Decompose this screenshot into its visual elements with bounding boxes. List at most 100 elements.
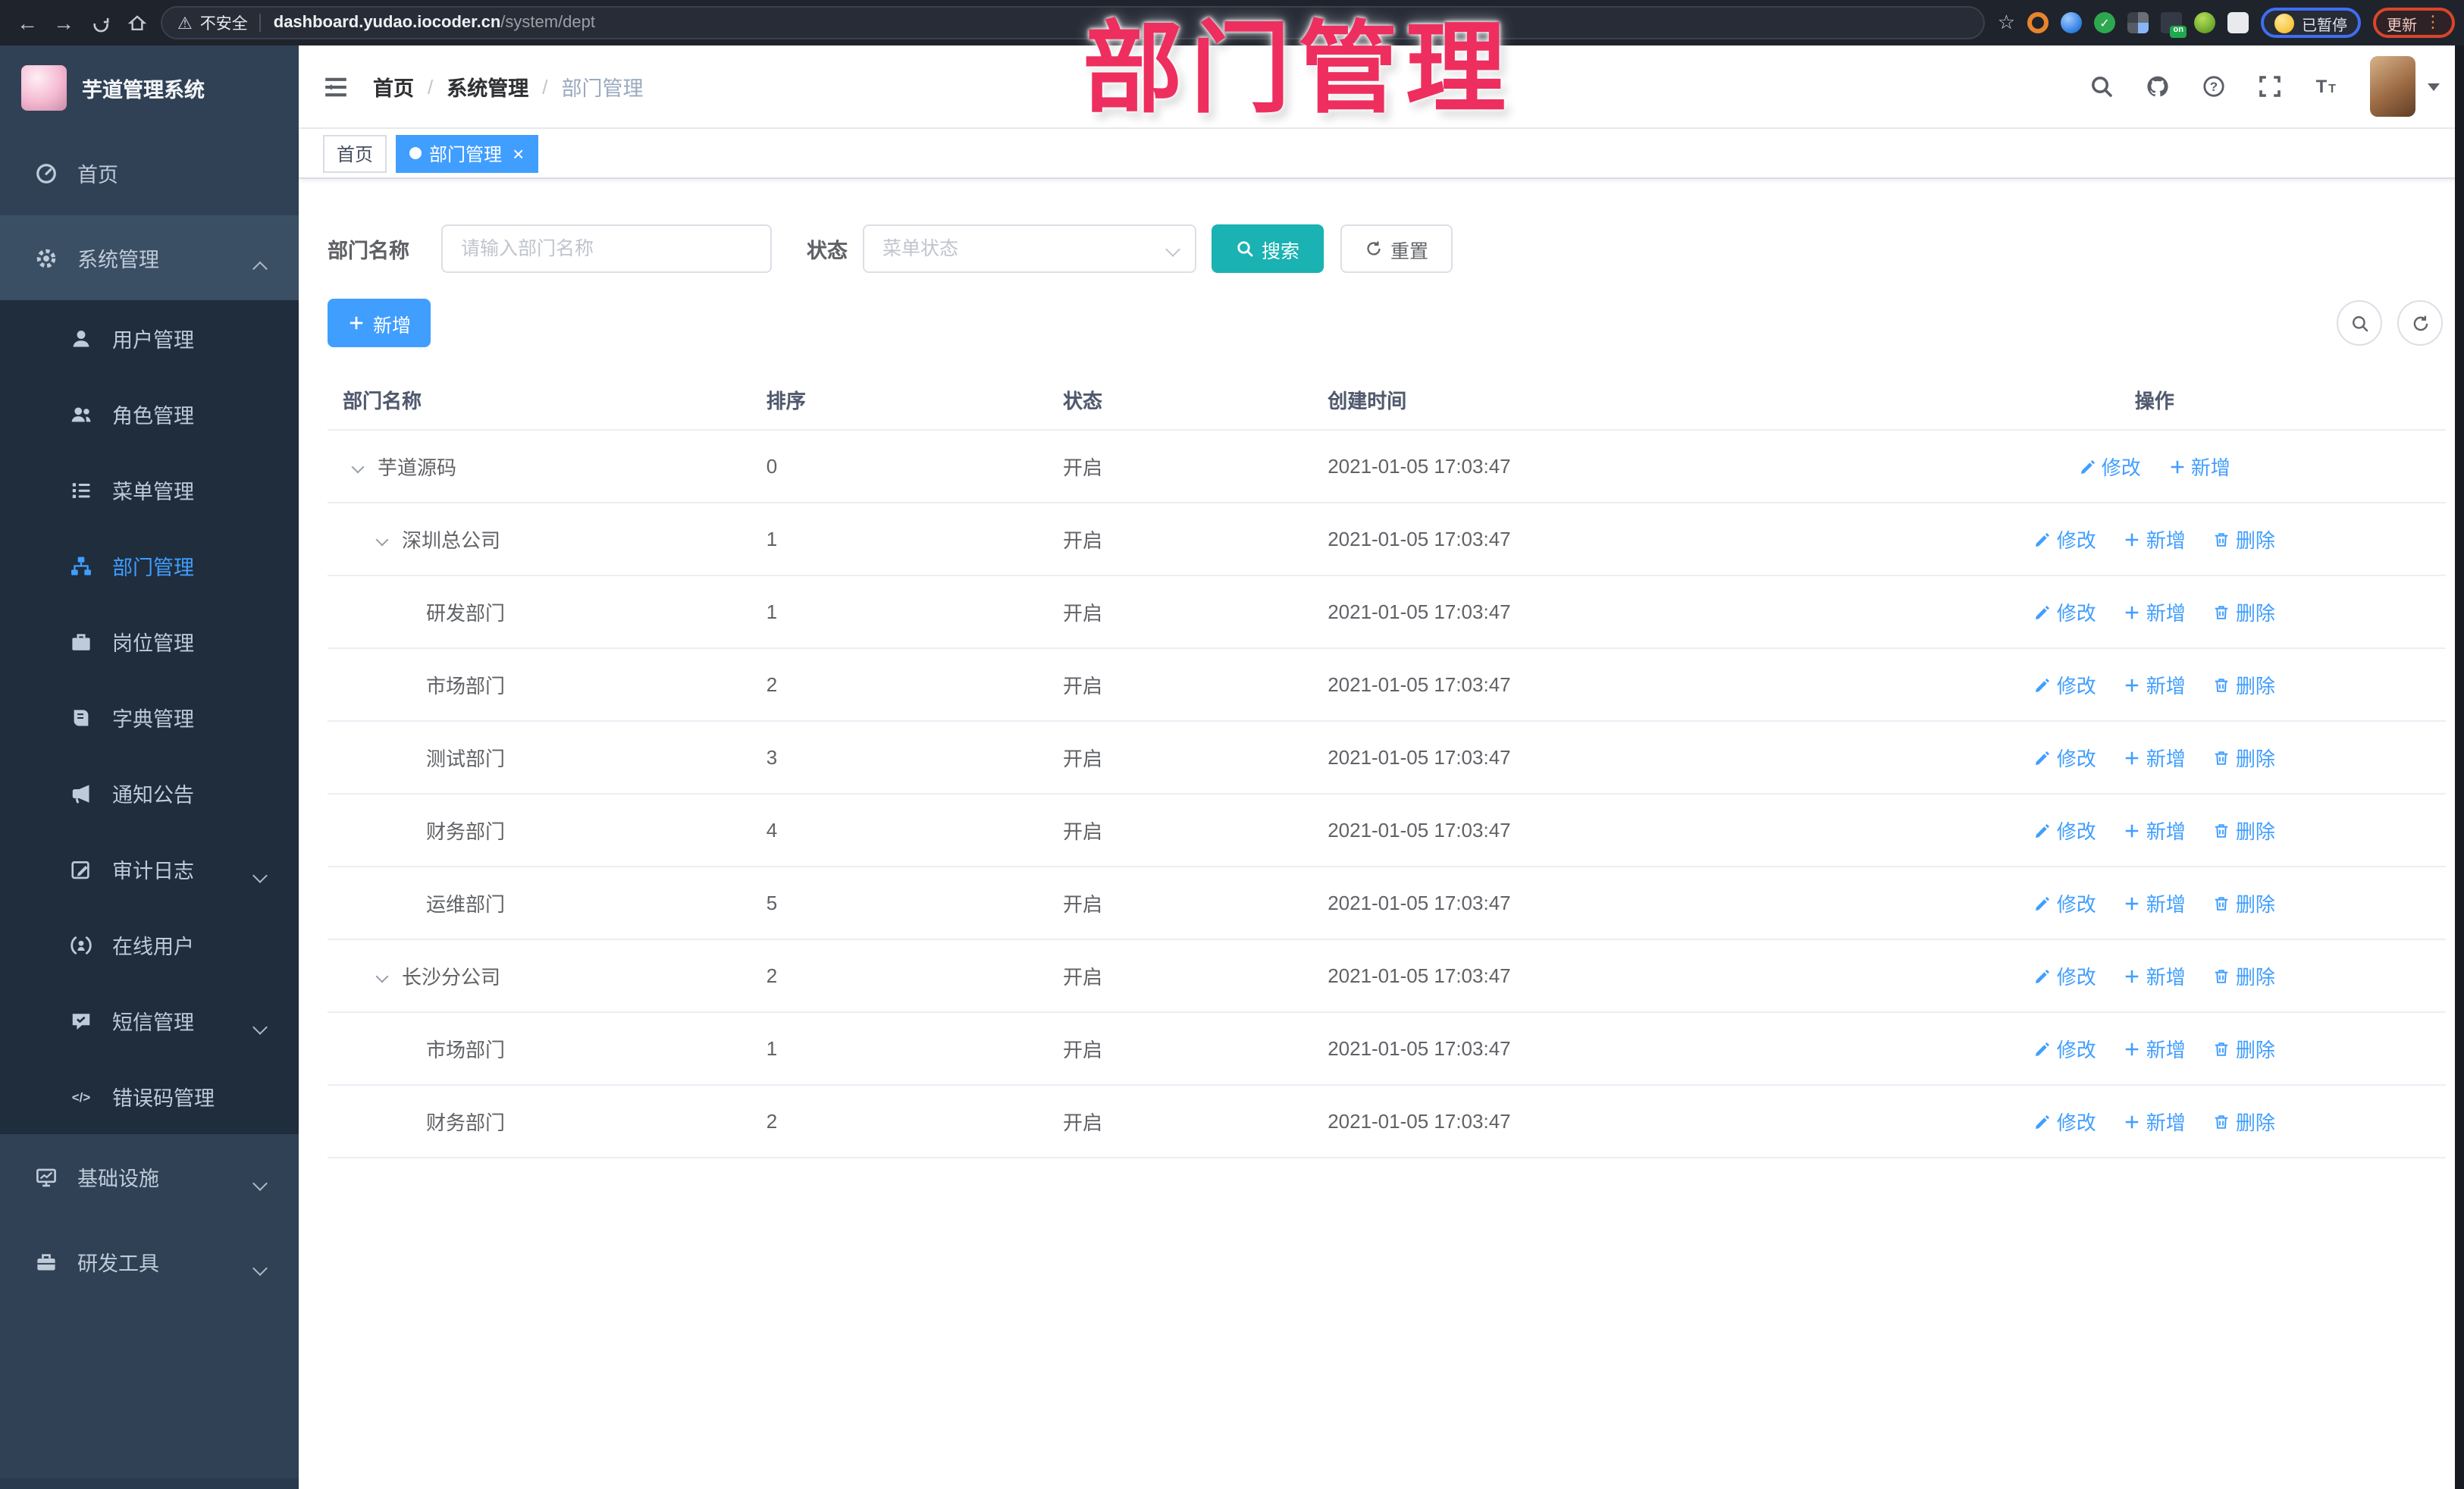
action-delete-link[interactable]: 删除 xyxy=(2213,961,2275,990)
sidebar-item[interactable]: 岗位管理 xyxy=(0,603,299,679)
font-size-icon[interactable]: TT xyxy=(2314,74,2338,99)
sidebar-item[interactable]: 用户管理 xyxy=(0,300,299,376)
reset-button[interactable]: 重置 xyxy=(1340,224,1453,273)
action-add-link[interactable]: 新增 xyxy=(2124,597,2186,626)
action-edit-link[interactable]: 修改 xyxy=(2034,889,2096,917)
action-add-link[interactable]: 新增 xyxy=(2124,961,2186,990)
avatar[interactable] xyxy=(2370,56,2415,117)
action-delete-link[interactable]: 删除 xyxy=(2213,816,2275,845)
sidebar-item[interactable]: </> 错误码管理 xyxy=(0,1058,299,1134)
action-add-link[interactable]: 新增 xyxy=(2124,889,2186,917)
extension-icon-6[interactable] xyxy=(2194,12,2215,33)
extension-icon-5[interactable]: on xyxy=(2161,12,2187,38)
address-bar[interactable]: ⚠ 不安全 dashboard.yudao.iocoder.cn /system… xyxy=(161,6,1986,39)
action-delete-link[interactable]: 删除 xyxy=(2213,1107,2275,1136)
action-add-link[interactable]: 新增 xyxy=(2124,1034,2186,1063)
sidebar-item[interactable]: 系统管理 xyxy=(0,215,299,300)
dept-name: 芋道源码 xyxy=(378,456,457,479)
refresh-table-button[interactable] xyxy=(2397,300,2443,346)
extension-icon-2[interactable] xyxy=(2061,12,2082,33)
action-delete-link[interactable]: 删除 xyxy=(2213,597,2275,626)
action-delete-link[interactable]: 删除 xyxy=(2213,670,2275,699)
action-edit-link[interactable]: 修改 xyxy=(2034,1107,2096,1136)
add-button[interactable]: 新增 xyxy=(328,299,431,347)
action-add-link[interactable]: 新增 xyxy=(2124,743,2186,772)
search-button[interactable]: 搜索 xyxy=(1212,224,1324,273)
action-edit-link[interactable]: 修改 xyxy=(2034,961,2096,990)
action-edit-link[interactable]: 修改 xyxy=(2034,597,2096,626)
action-add-link[interactable]: 新增 xyxy=(2168,452,2230,481)
delete-icon xyxy=(2213,1112,2231,1130)
sidebar-item[interactable]: 在线用户 xyxy=(0,907,299,983)
scrollbar[interactable] xyxy=(2455,45,2464,1489)
github-icon[interactable] xyxy=(2146,74,2170,99)
status-cell: 开启 xyxy=(1062,1111,1102,1134)
sidebar-item[interactable]: 首页 xyxy=(0,130,299,215)
show-search-button[interactable] xyxy=(2337,300,2382,346)
search-icon[interactable] xyxy=(2089,74,2114,99)
reload-icon[interactable] xyxy=(82,5,118,41)
security-warning-icon[interactable]: ⚠ xyxy=(177,13,193,33)
fullscreen-icon[interactable] xyxy=(2258,74,2282,99)
action-delete-link[interactable]: 删除 xyxy=(2213,525,2275,553)
app-logo-row[interactable]: 芋道管理系统 xyxy=(0,45,299,130)
extension-icon-3[interactable]: ✓ xyxy=(2094,12,2115,33)
action-edit-link[interactable]: 修改 xyxy=(2079,452,2141,481)
sidebar-item[interactable]: 菜单管理 xyxy=(0,452,299,528)
sidebar-item[interactable]: 通知公告 xyxy=(0,755,299,831)
dept-name-input[interactable] xyxy=(441,224,772,273)
action-edit-link[interactable]: 修改 xyxy=(2034,816,2096,845)
created-time-cell: 2021-01-05 17:03:47 xyxy=(1328,892,1511,914)
extension-icon-4[interactable] xyxy=(2127,12,2149,33)
sidebar-item[interactable]: 部门管理 xyxy=(0,528,299,603)
extension-icon-7[interactable] xyxy=(2227,12,2249,33)
action-add-link[interactable]: 新增 xyxy=(2124,816,2186,845)
hamburger-icon[interactable] xyxy=(323,74,349,99)
sidebar-item[interactable]: 基础设施 xyxy=(0,1134,299,1219)
action-edit-link[interactable]: 修改 xyxy=(2034,743,2096,772)
action-edit-link[interactable]: 修改 xyxy=(2034,1034,2096,1063)
edit-icon xyxy=(2034,676,2052,694)
action-add-link[interactable]: 新增 xyxy=(2124,525,2186,553)
help-icon[interactable]: ? xyxy=(2202,74,2226,99)
delete-icon xyxy=(2213,821,2231,839)
expand-arrow-icon[interactable] xyxy=(375,969,402,983)
kebab-menu-icon[interactable]: ⋮ xyxy=(2425,14,2441,31)
tab-dept[interactable]: 部门管理 × xyxy=(396,134,538,172)
sidebar-item[interactable]: 字典管理 xyxy=(0,679,299,755)
sidebar-item[interactable]: 角色管理 xyxy=(0,376,299,452)
action-delete-link[interactable]: 删除 xyxy=(2213,743,2275,772)
browser-update-button[interactable]: 更新 ⋮ xyxy=(2373,8,2455,38)
forward-icon[interactable]: → xyxy=(45,5,82,41)
sidebar-item[interactable]: 研发工具 xyxy=(0,1219,299,1304)
status-select-input[interactable] xyxy=(863,224,1196,273)
close-icon[interactable]: × xyxy=(513,143,524,163)
home-icon[interactable] xyxy=(118,5,155,41)
action-label: 新增 xyxy=(2146,748,2186,770)
table-row: 测试部门 3 开启 2021-01-05 17:03:47 修改 新增 删除 xyxy=(328,722,2446,795)
breadcrumb-separator: / xyxy=(542,75,548,98)
dept-name: 深圳总公司 xyxy=(402,529,501,552)
expand-arrow-icon[interactable] xyxy=(351,459,378,473)
extension-icon-1[interactable] xyxy=(2027,12,2049,33)
status-select[interactable] xyxy=(863,224,1196,273)
back-icon[interactable]: ← xyxy=(9,5,45,41)
action-delete-link[interactable]: 删除 xyxy=(2213,889,2275,917)
tab-home[interactable]: 首页 × xyxy=(323,134,387,172)
chevron-down-icon xyxy=(252,1255,268,1278)
profile-paused-pill[interactable]: 已暂停 xyxy=(2261,8,2361,38)
action-edit-link[interactable]: 修改 xyxy=(2034,670,2096,699)
user-menu[interactable] xyxy=(2370,56,2440,117)
breadcrumb-home[interactable]: 首页 xyxy=(373,71,414,102)
expand-arrow-icon[interactable] xyxy=(375,532,402,546)
breadcrumb-system[interactable]: 系统管理 xyxy=(447,71,528,102)
bookmark-star-icon[interactable]: ☆ xyxy=(1998,11,2015,35)
action-add-link[interactable]: 新增 xyxy=(2124,670,2186,699)
action-delete-link[interactable]: 删除 xyxy=(2213,1034,2275,1063)
sidebar-item[interactable]: 短信管理 xyxy=(0,983,299,1058)
sidebar-item[interactable]: 审计日志 xyxy=(0,831,299,907)
action-add-link[interactable]: 新增 xyxy=(2124,1107,2186,1136)
actions-cell: 修改 新增 删除 xyxy=(1864,743,2446,772)
sort-cell: 2 xyxy=(766,673,778,696)
action-edit-link[interactable]: 修改 xyxy=(2034,525,2096,553)
